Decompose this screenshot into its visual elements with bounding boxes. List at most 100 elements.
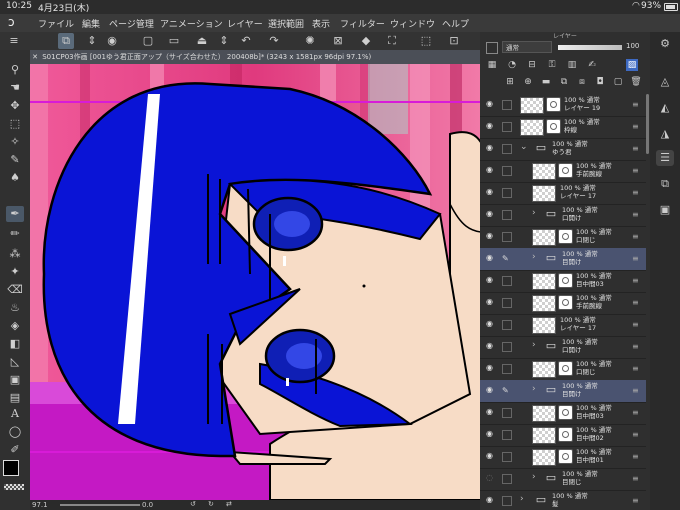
apply-mask-icon[interactable]: ▢ [612,76,624,88]
layer-checkbox[interactable] [502,188,512,198]
fill-tool-icon[interactable]: ◈ [6,318,24,334]
visibility-eye-icon[interactable]: ◉ [486,143,496,153]
layer-checkbox[interactable] [502,166,512,176]
visibility-eye-icon[interactable]: ◉ [486,385,496,395]
layer-handle-icon[interactable]: ≡ [632,254,639,263]
layer-row[interactable]: ◉ 100 % 通常 目中間02 ≡ [480,424,646,447]
settings-icon[interactable]: ⚙ [656,36,674,52]
layer-handle-icon[interactable]: ≡ [632,364,639,373]
frame-tool-icon[interactable]: ▣ [6,372,24,388]
visibility-eye-icon[interactable]: ◉ [486,341,496,351]
menu-window[interactable]: ウィンドウ [390,17,435,30]
visibility-eye-icon[interactable]: ◉ [486,297,496,307]
layers-panel-icon[interactable]: ☰ [656,150,674,166]
layer-checkbox[interactable] [502,276,512,286]
layer-row[interactable]: ◉ 100 % 通常 口閉じ ≡ [480,358,646,381]
layer-handle-icon[interactable]: ≡ [632,166,639,175]
layer-checkbox[interactable] [502,342,512,352]
layer-checkbox[interactable] [502,320,512,330]
clip-icon[interactable]: ⊟ [526,59,538,71]
layer-row[interactable]: ◉ › ▭ 100 % 通常 口開け ≡ [480,204,646,227]
fill-icon[interactable]: ◆ [358,33,374,49]
visibility-eye-icon[interactable]: ◉ [486,275,496,285]
balloon-tool-icon[interactable]: ◯ [6,424,24,440]
stepper-icon[interactable]: ⇕ [84,33,100,49]
move-tool-icon[interactable]: ✥ [6,98,24,114]
menu-selection[interactable]: 選択範囲 [268,17,304,30]
visibility-eye-icon[interactable]: ◉ [486,319,496,329]
visibility-eye-icon[interactable]: ◉ [486,121,496,131]
new-canvas-icon[interactable]: ⧉ [58,33,74,49]
correction-tool-icon[interactable]: ✐ [6,442,24,458]
chevron-right-icon[interactable]: › [520,494,528,506]
mask-layer-icon[interactable]: ◘ [594,76,606,88]
decoration-icon[interactable]: ✦ [6,264,24,280]
chevron-right-icon[interactable]: › [532,472,540,484]
layer-handle-icon[interactable]: ≡ [632,474,639,483]
layer-row-selected[interactable]: ◉ ✎ › ▭ 100 % 通常 目開け ≡ [480,248,646,271]
layer-checkbox[interactable] [502,452,512,462]
layer-handle-icon[interactable]: ≡ [632,496,639,505]
text-tool-icon[interactable]: A [6,406,24,422]
visibility-eye-icon[interactable]: ◉ [486,407,496,417]
blend-mode-select[interactable]: 通常 [502,41,552,53]
menu-view[interactable]: 表示 [312,17,330,30]
visibility-eye-icon[interactable]: ◉ [486,429,496,439]
chevron-right-icon[interactable]: › [532,340,540,352]
pen-edit-icon[interactable]: ✎ [502,254,510,263]
layer-checkbox[interactable] [502,144,512,154]
visibility-eye-icon[interactable]: ◉ [486,165,496,175]
pen-tool-icon[interactable]: ✒ [6,206,24,222]
layer-checkbox[interactable] [502,100,512,110]
brush-icon[interactable]: ♠ [6,170,24,186]
new-file-icon[interactable]: ▢ [140,33,156,49]
chevron-right-icon[interactable]: › [532,252,540,264]
flip-icon[interactable]: ⇄ [226,500,232,508]
opacity-slider[interactable] [558,45,622,50]
preview-icon[interactable]: ◉ [104,33,120,49]
eraser-icon[interactable]: ⌫ [6,282,24,298]
pencil-tool-icon[interactable]: ✏ [6,226,24,242]
layer-row-selected[interactable]: ◉ ✎ › ▭ 100 % 通常 目開け ≡ [480,380,646,403]
chevron-right-icon[interactable]: › [532,384,540,396]
document-tab[interactable]: ✕ S01CP03作画 [001ゆう君正面アップ（サイズ合わせた） 200408… [30,50,480,64]
layer-handle-icon[interactable]: ≡ [632,408,639,417]
zoom-slider[interactable] [60,504,140,506]
layer-row[interactable]: ◌ › ▭ 100 % 通常 目閉じ ≡ [480,468,646,491]
selection-mode-icon[interactable]: ⊡ [446,33,462,49]
visibility-eye-icon[interactable]: ◉ [486,363,496,373]
menu-animation[interactable]: アニメーション [160,17,223,30]
layer-handle-icon[interactable]: ≡ [632,210,639,219]
airbrush-icon[interactable]: ⁂ [6,246,24,262]
open-folder-icon[interactable]: ▭ [166,33,182,49]
layer-handle-icon[interactable]: ≡ [632,430,639,439]
combine-layer-icon[interactable]: ⧈ [576,76,588,88]
deselect-icon[interactable]: ⬚ [418,33,434,49]
layer-checkbox[interactable] [502,210,512,220]
layer-row[interactable]: ◉ 100 % 通常 目中間01 ≡ [480,446,646,469]
hamburger-menu-icon[interactable]: ≡ [6,33,22,49]
layer-list-scrollbar[interactable] [646,94,649,154]
figure-tool-icon[interactable]: ◺ [6,354,24,370]
blend-tool-icon[interactable]: ♨ [6,300,24,316]
menu-file[interactable]: ファイル [38,17,74,30]
canvas-area[interactable] [30,64,480,500]
layer-checkbox[interactable] [502,232,512,242]
main-color-swatch[interactable] [3,460,19,476]
ruler-tool-icon[interactable]: ▤ [6,390,24,406]
layer-handle-icon[interactable]: ≡ [632,386,639,395]
layer-row[interactable]: ◉ 100 % 通常 目中間03 ≡ [480,402,646,425]
illustration[interactable] [30,64,480,500]
menu-help[interactable]: ヘルプ [442,17,469,30]
layer-handle-icon[interactable]: ≡ [632,122,639,131]
export-icon[interactable]: ⇕ [216,33,232,49]
visibility-eye-icon[interactable]: ◉ [486,451,496,461]
layer-row[interactable]: ◉ 100 % 通常 レイヤー 17 ≡ [480,314,646,337]
transparent-color-swatch[interactable] [4,484,24,490]
layer-property-icon[interactable]: ⧉ [656,176,674,192]
layer-row[interactable]: ◉ 100 % 通常 レイヤー 19 ≡ [480,94,646,117]
pen-edit-icon[interactable]: ✎ [502,386,510,395]
redo-icon[interactable]: ↷ [266,33,282,49]
new-vector-layer-icon[interactable]: ⊕ [522,76,534,88]
transfer-layer-icon[interactable]: ⧉ [558,76,570,88]
